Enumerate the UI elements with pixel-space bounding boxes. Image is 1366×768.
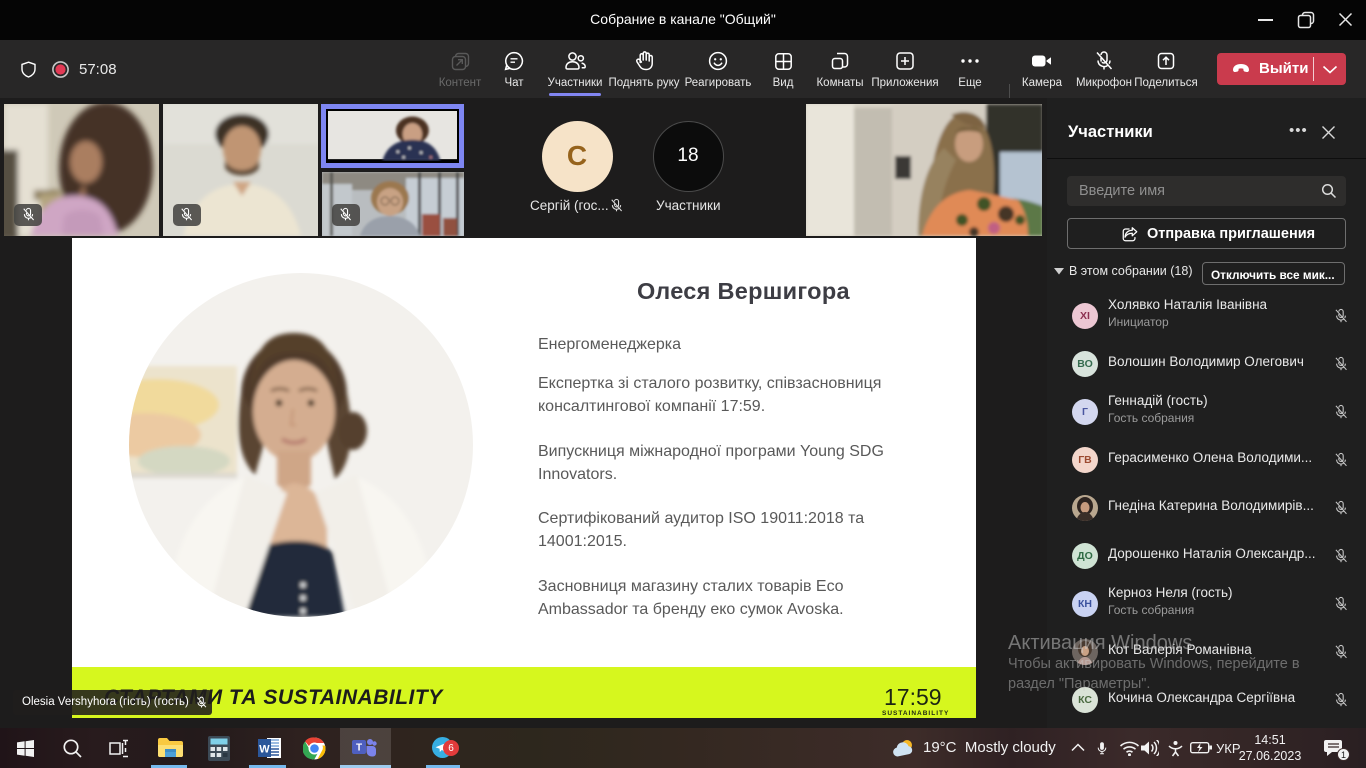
svg-text:T: T	[356, 743, 362, 754]
svg-text:W: W	[259, 744, 270, 756]
